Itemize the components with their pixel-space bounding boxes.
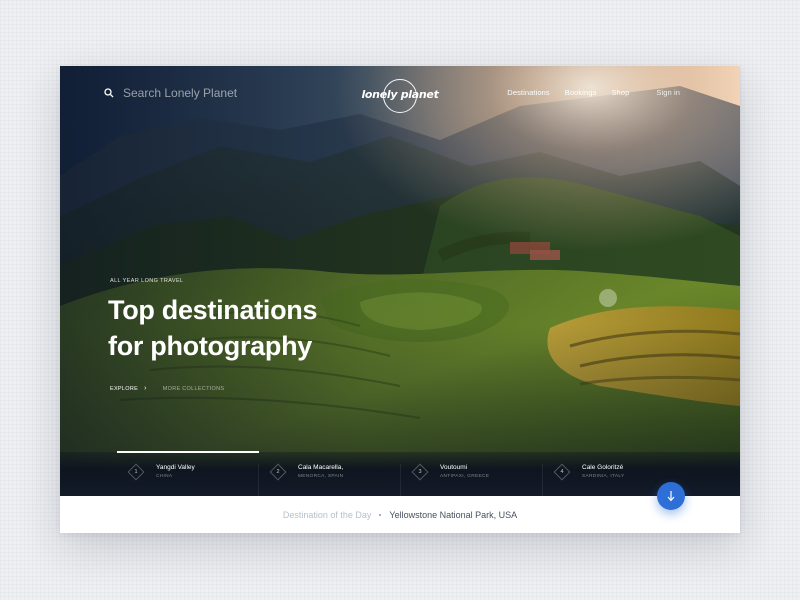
destination-of-the-day-link[interactable]: Yellowstone National Park, USA bbox=[389, 510, 517, 520]
nav-bookings[interactable]: Bookings bbox=[565, 88, 597, 97]
destination-item[interactable]: 3 Voutoumi ANTIPAXI, GREECE bbox=[401, 463, 543, 496]
active-destination-progress-bar bbox=[117, 451, 259, 453]
destination-name: Cale Goloritzé bbox=[582, 464, 624, 471]
destinations-list: 1 Yangdi Valley CHINA 2 Cala Macarella, … bbox=[117, 463, 687, 496]
main-nav: Destinations Bookings Shop Sign in bbox=[507, 88, 680, 97]
destination-name: Yangdi Valley bbox=[156, 464, 195, 471]
destination-item[interactable]: 1 Yangdi Valley CHINA bbox=[117, 463, 259, 496]
hero-title-line-2: for photography bbox=[108, 331, 312, 361]
hero-title-line-1: Top destinations bbox=[108, 295, 318, 325]
separator-dot bbox=[379, 513, 382, 516]
destination-number-badge: 1 bbox=[127, 463, 145, 481]
search-icon bbox=[104, 88, 114, 98]
nav-shop[interactable]: Shop bbox=[611, 88, 629, 97]
hero-links: EXPLORE › MORE COLLECTIONS bbox=[110, 385, 224, 392]
more-collections-link[interactable]: MORE COLLECTIONS bbox=[163, 386, 225, 392]
destination-of-the-day-label: Destination of the Day bbox=[282, 509, 372, 520]
destination-name: Cala Macarella, bbox=[298, 464, 344, 471]
logo[interactable]: lonely planet bbox=[360, 76, 440, 118]
hero-section: lonely planet Destinations Bookings Shop… bbox=[60, 66, 740, 496]
destination-location: ANTIPAXI, GREECE bbox=[440, 474, 490, 479]
destination-item[interactable]: 2 Cala Macarella, MENORCA, SPAIN bbox=[259, 463, 401, 496]
explore-link[interactable]: EXPLORE bbox=[110, 386, 138, 392]
destination-location: SARDINIA, ITALY bbox=[582, 474, 625, 479]
nav-destinations[interactable]: Destinations bbox=[507, 88, 549, 97]
destination-number-badge: 4 bbox=[553, 463, 571, 481]
hero-title: Top destinations for photography bbox=[108, 292, 408, 364]
destination-number-badge: 3 bbox=[411, 463, 429, 481]
destination-number-badge: 2 bbox=[269, 463, 287, 481]
chevron-right-icon: › bbox=[144, 385, 147, 392]
destination-location: MENORCA, SPAIN bbox=[298, 474, 344, 479]
hero-eyebrow: ALL YEAR LONG TRAVEL bbox=[110, 278, 184, 284]
search-input[interactable] bbox=[123, 86, 253, 100]
sign-in-link[interactable]: Sign in bbox=[656, 88, 680, 97]
page-card: lonely planet Destinations Bookings Shop… bbox=[60, 66, 740, 533]
search-bar[interactable] bbox=[104, 86, 253, 100]
logo-text: lonely planet bbox=[361, 88, 439, 101]
destination-name: Voutoumi bbox=[440, 464, 468, 471]
destination-location: CHINA bbox=[156, 474, 173, 479]
destination-of-the-day-bar: Destination of the Day Yellowstone Natio… bbox=[60, 496, 740, 533]
